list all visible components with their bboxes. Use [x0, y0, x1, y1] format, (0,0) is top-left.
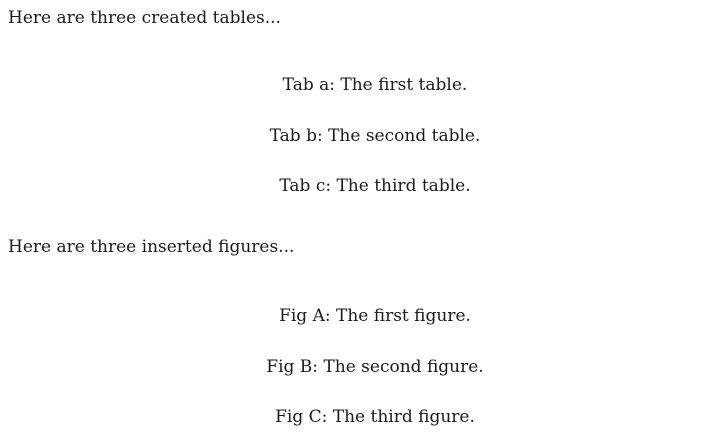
- figure-caption-c: Fig C: The third figure.: [275, 407, 475, 427]
- document-page: Here are three created tables... Tab a: …: [0, 0, 707, 434]
- table-caption-b: Tab b: The second table.: [269, 126, 481, 146]
- table-caption-a: Tab a: The first table.: [282, 75, 468, 95]
- table-caption-c: Tab c: The third table.: [279, 176, 471, 196]
- tables-intro-text: Here are three created tables...: [8, 8, 281, 28]
- figure-caption-b: Fig B: The second figure.: [266, 357, 484, 377]
- figure-caption-a: Fig A: The first figure.: [279, 306, 471, 326]
- figures-intro-text: Here are three inserted figures...: [8, 237, 295, 257]
